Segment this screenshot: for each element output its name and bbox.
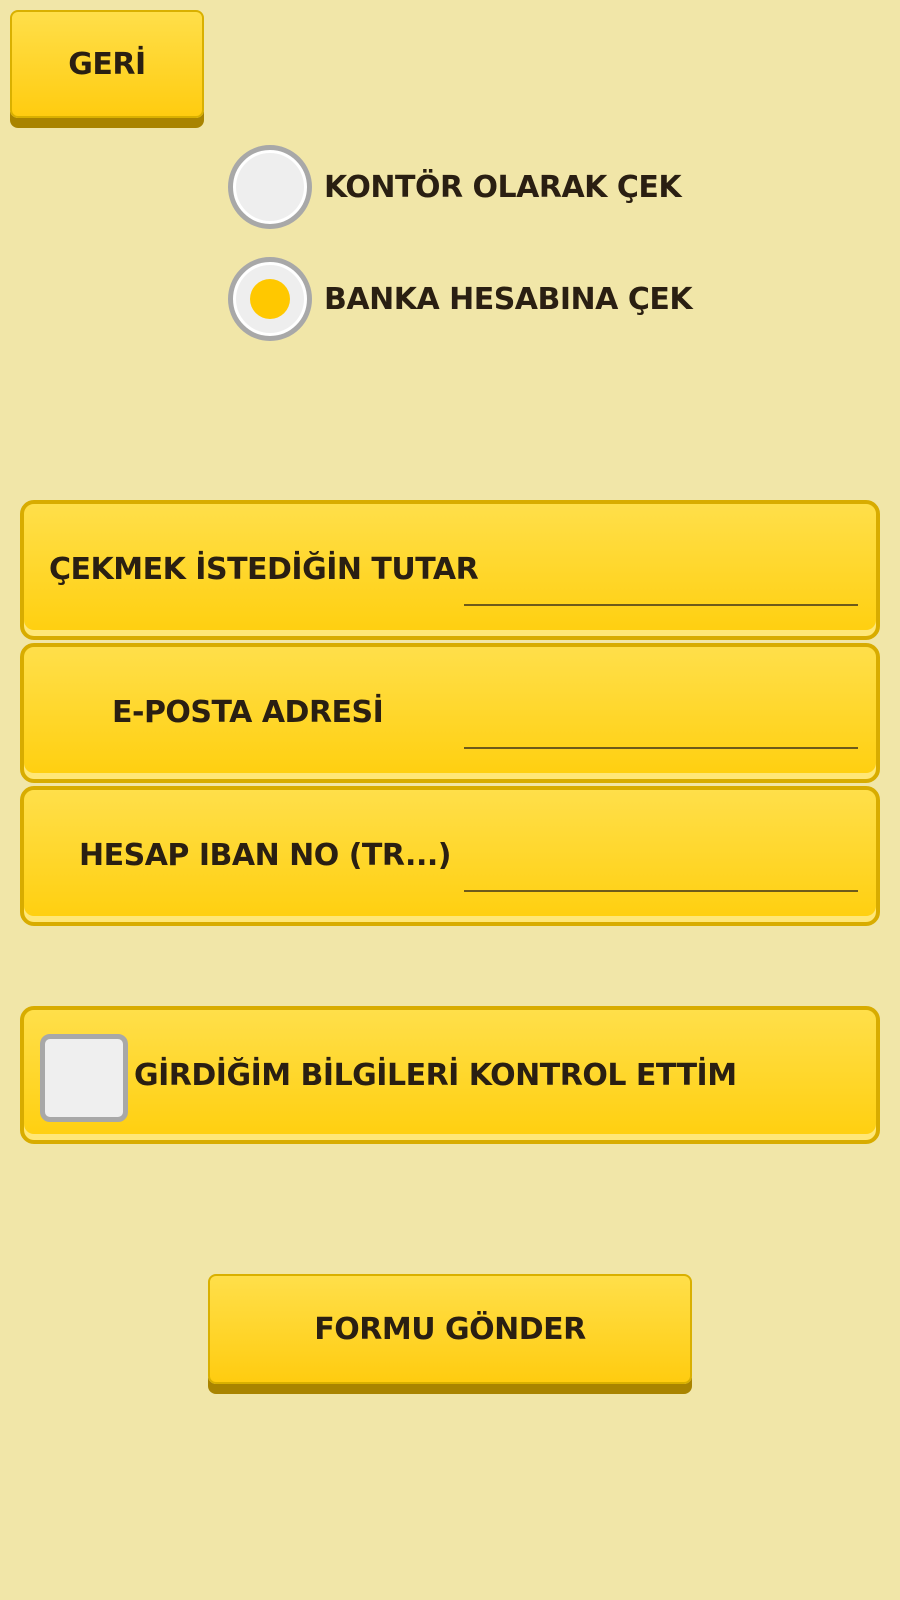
back-button[interactable]: GERİ <box>10 10 204 118</box>
iban-label: HESAP IBAN NO (TR...) <box>79 838 451 873</box>
confirm-checkbox[interactable] <box>40 1034 128 1122</box>
confirm-label: GİRDİĞİM BİLGİLERİ KONTROL ETTİM <box>134 1058 737 1093</box>
submit-form-button[interactable]: FORMU GÖNDER <box>208 1274 692 1384</box>
radio-selected-dot <box>250 279 290 319</box>
iban-input[interactable] <box>464 834 858 892</box>
radio-option-bank[interactable]: BANKA HESABINA ÇEK <box>228 254 693 344</box>
iban-panel: HESAP IBAN NO (TR...) <box>20 786 880 926</box>
submit-form-label: FORMU GÖNDER <box>314 1311 586 1347</box>
amount-panel: ÇEKMEK İSTEDİĞİN TUTAR <box>20 500 880 640</box>
email-panel: E-POSTA ADRESİ <box>20 643 880 783</box>
amount-label: ÇEKMEK İSTEDİĞİN TUTAR <box>49 552 479 587</box>
radio-button-selected[interactable] <box>228 257 312 341</box>
radio-option-kontor[interactable]: KONTÖR OLARAK ÇEK <box>228 142 682 232</box>
email-input[interactable] <box>464 691 858 749</box>
email-label: E-POSTA ADRESİ <box>112 695 384 730</box>
amount-input[interactable] <box>464 548 858 606</box>
confirm-panel[interactable]: GİRDİĞİM BİLGİLERİ KONTROL ETTİM <box>20 1006 880 1144</box>
radio-button-unselected[interactable] <box>228 145 312 229</box>
radio-option-kontor-label: KONTÖR OLARAK ÇEK <box>324 169 682 205</box>
back-button-label: GERİ <box>68 46 146 82</box>
radio-option-bank-label: BANKA HESABINA ÇEK <box>324 281 693 317</box>
